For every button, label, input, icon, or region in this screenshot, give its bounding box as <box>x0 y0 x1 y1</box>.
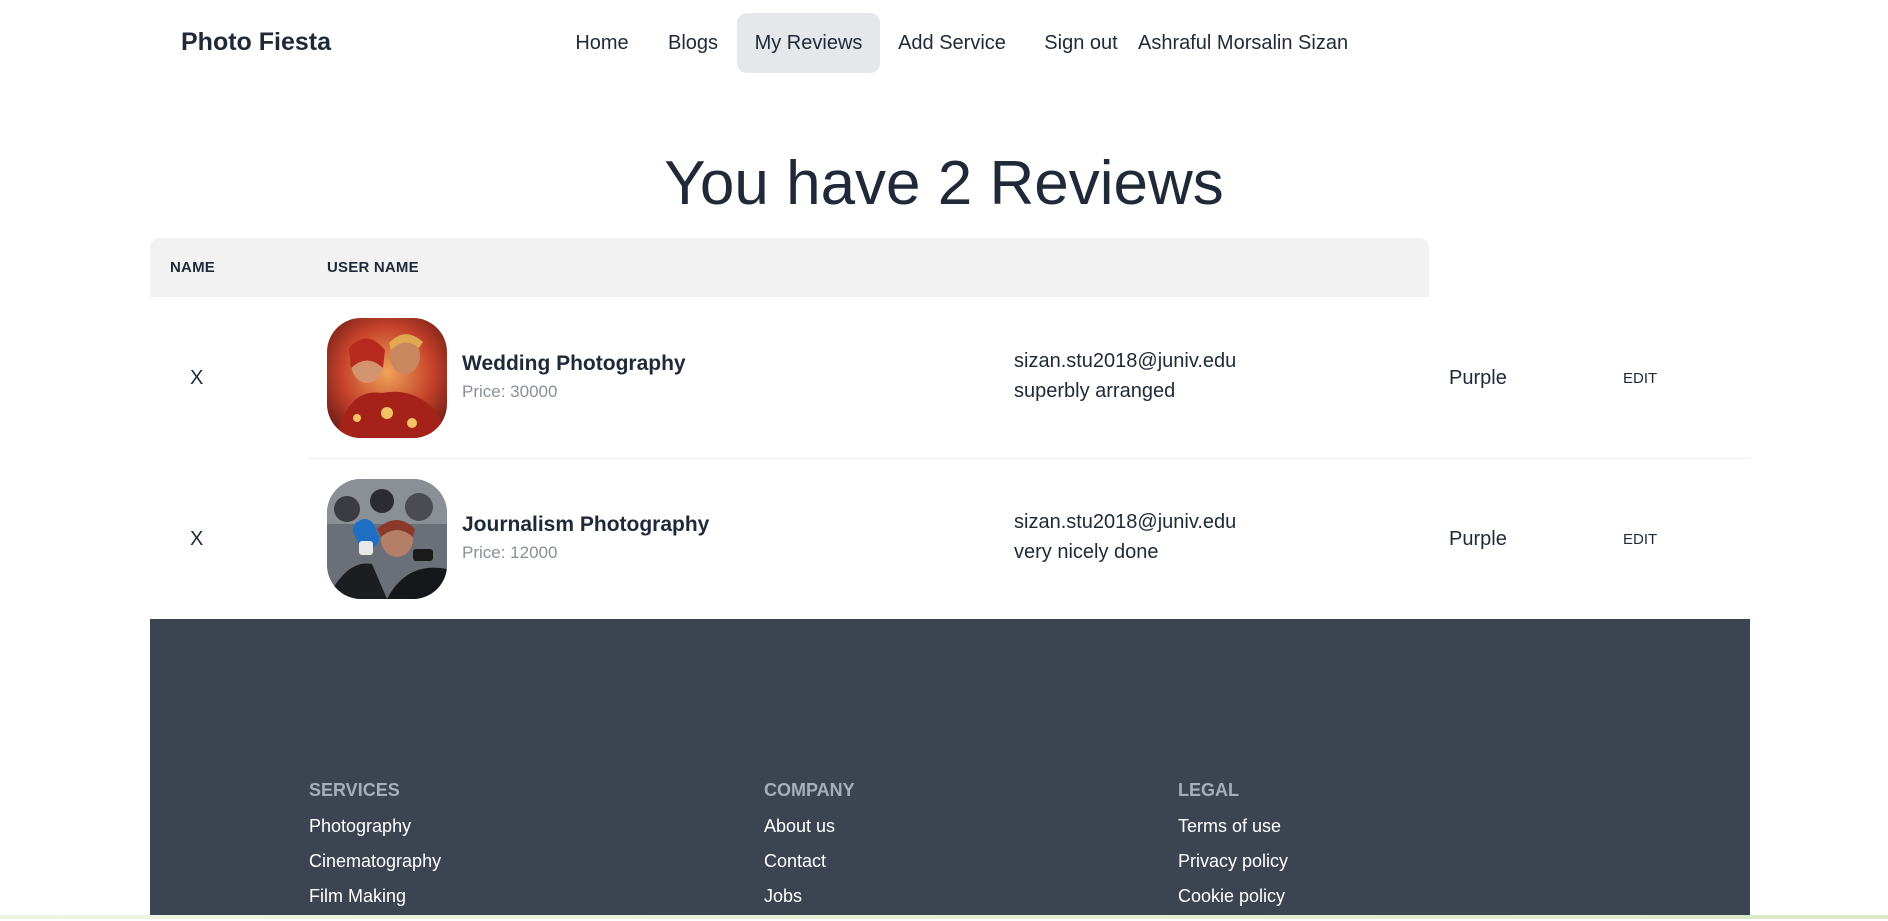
footer-column-services: Services Photography Cinematography Film… <box>309 780 441 921</box>
delete-review-button[interactable]: X <box>190 459 203 620</box>
reviewer-email: sizan.stu2018@juniv.edu <box>1014 350 1237 372</box>
navbar: Photo Fiesta Home Blogs My Reviews Add S… <box>0 0 1888 92</box>
delete-review-button[interactable]: X <box>190 298 203 459</box>
footer-link[interactable]: Cinematography <box>309 851 441 886</box>
footer-link[interactable]: Contact <box>764 851 855 886</box>
footer-column-company: Company About us Contact Jobs <box>764 780 855 921</box>
footer: Services Photography Cinematography Film… <box>150 619 1750 919</box>
footer-column-title: Legal <box>1178 780 1239 800</box>
review-text: very nicely done <box>1014 541 1159 563</box>
edit-review-button[interactable]: EDIT <box>1623 298 1657 459</box>
column-header-name: NAME <box>170 259 215 276</box>
service-title: Journalism Photography <box>462 513 710 536</box>
reviewer-email: sizan.stu2018@juniv.edu <box>1014 511 1237 533</box>
service-title: Wedding Photography <box>462 352 686 375</box>
footer-link[interactable]: Terms of use <box>1178 816 1288 851</box>
footer-link[interactable]: Privacy policy <box>1178 851 1288 886</box>
footer-link[interactable]: About us <box>764 816 855 851</box>
footer-column-legal: Legal Terms of use Privacy policy Cookie… <box>1178 780 1288 921</box>
table-header: NAME USER NAME <box>150 238 1429 297</box>
footer-link[interactable]: Photography <box>309 816 441 851</box>
edit-review-button[interactable]: EDIT <box>1623 459 1657 620</box>
nav-home[interactable]: Home <box>556 13 648 73</box>
color-label: Purple <box>1449 367 1507 389</box>
page-bottom-edge <box>0 915 1888 919</box>
footer-column-title: Services <box>309 780 400 800</box>
nav-add-service[interactable]: Add Service <box>886 13 1018 73</box>
service-price: Price: 30000 <box>462 382 558 401</box>
table-row: X Wedding Photography Price: 30000 sizan… <box>150 298 1750 459</box>
footer-column-title: Company <box>764 780 855 800</box>
column-header-user-name: USER NAME <box>327 259 419 276</box>
service-price: Price: 12000 <box>462 543 558 562</box>
color-label: Purple <box>1449 528 1507 550</box>
brand-logo[interactable]: Photo Fiesta <box>181 28 331 57</box>
nav-my-reviews[interactable]: My Reviews <box>737 13 880 73</box>
wedding-photo-thumbnail <box>327 318 447 438</box>
journalism-photo-thumbnail <box>327 479 447 599</box>
page-title: You have 2 Reviews <box>664 149 1224 218</box>
review-text: superbly arranged <box>1014 380 1176 402</box>
table-row: X Journalism Photography Price: 12000 si… <box>150 459 1750 620</box>
nav-sign-out[interactable]: Sign out <box>1034 13 1128 73</box>
nav-blogs[interactable]: Blogs <box>653 13 733 73</box>
user-display-name: Ashraful Morsalin Sizan <box>1138 32 1349 54</box>
